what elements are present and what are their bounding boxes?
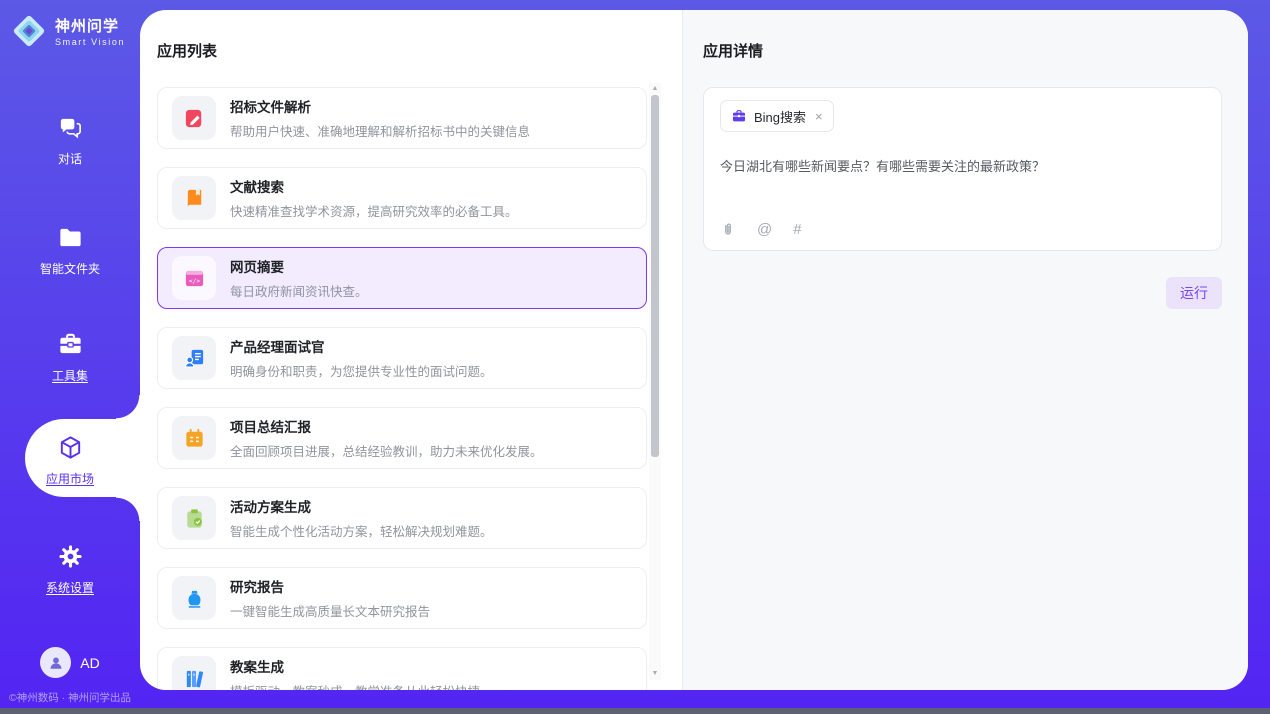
app-card[interactable]: </> 网页摘要每日政府新闻资讯快查。 xyxy=(157,247,647,309)
run-row: 运行 xyxy=(703,277,1222,309)
app-card-desc: 智能生成个性化活动方案，轻松解决规划难题。 xyxy=(230,521,493,540)
attachment-toolbar: @ # xyxy=(720,221,802,238)
brand-logo-icon xyxy=(10,12,48,50)
cube-icon xyxy=(57,448,84,465)
sidebar-item-system-settings[interactable]: 系统设置 xyxy=(0,543,140,596)
chat-icon xyxy=(57,128,84,145)
run-button[interactable]: 运行 xyxy=(1166,277,1222,309)
user-initials: AD xyxy=(80,655,99,671)
sidebar-item-label: 对话 xyxy=(0,150,140,167)
app-card[interactable]: 教案生成模板驱动，教案秒成，教学准备从此轻松快捷 xyxy=(157,647,647,690)
person-doc-icon xyxy=(172,336,216,380)
bubble-curve-bottom-icon xyxy=(116,497,140,521)
app-card-title: 教案生成 xyxy=(230,656,480,676)
toolbox-icon xyxy=(57,345,84,362)
app-card-desc: 每日政府新闻资讯快查。 xyxy=(230,281,368,300)
scroll-down-icon[interactable]: ▼ xyxy=(649,669,661,679)
book-icon xyxy=(172,176,216,220)
sidebar-item-toolset[interactable]: 工具集 xyxy=(0,331,140,384)
prompt-card: Bing搜索 × 今日湖北有哪些新闻要点？有哪些需要关注的最新政策？ @ # xyxy=(703,87,1222,251)
sidebar-item-label: 工具集 xyxy=(0,367,140,384)
app-card-text: 研究报告一键智能生成高质量长文本研究报告 xyxy=(230,576,430,620)
app-card-text: 教案生成模板驱动，教案秒成，教学准备从此轻松快捷 xyxy=(230,656,480,690)
tool-tag-label: Bing搜索 xyxy=(754,107,806,126)
brand-subtitle: Smart Vision xyxy=(55,37,125,47)
user-profile[interactable]: AD xyxy=(0,647,140,678)
app-card-text: 产品经理面试官明确身份和职责，为您提供专业性的面试问题。 xyxy=(230,336,493,380)
brand-name: 神州问学 xyxy=(55,15,125,36)
sidebar-item-app-market[interactable]: 应用市场 xyxy=(0,434,140,487)
app-card-desc: 全面回顾项目进展，总结经验教训，助力未来优化发展。 xyxy=(230,441,543,460)
app-card[interactable]: 项目总结汇报全面回顾项目进展，总结经验教训，助力未来优化发展。 xyxy=(157,407,647,469)
hash-icon[interactable]: # xyxy=(793,221,801,238)
app-card-text: 文献搜索快速精准查找学术资源，提高研究效率的必备工具。 xyxy=(230,176,518,220)
app-card-title: 活动方案生成 xyxy=(230,496,493,516)
app-card-desc: 一键智能生成高质量长文本研究报告 xyxy=(230,601,430,620)
folder-icon xyxy=(57,238,84,255)
sidebar-item-label: 智能文件夹 xyxy=(0,260,140,277)
paperclip-icon[interactable] xyxy=(720,222,736,238)
scroll-up-icon[interactable]: ▲ xyxy=(649,84,661,94)
sidebar: 神州问学 Smart Vision 对话智能文件夹工具集应用市场系统设置 AD … xyxy=(0,0,140,714)
copyright: ©神州数码 · 神州问学出品 xyxy=(0,690,140,705)
close-icon[interactable]: × xyxy=(815,109,823,124)
app-card-text: 项目总结汇报全面回顾项目进展，总结经验教训，助力未来优化发展。 xyxy=(230,416,543,460)
app-card-desc: 明确身份和职责，为您提供专业性的面试问题。 xyxy=(230,361,493,380)
doc-edit-icon xyxy=(172,96,216,140)
at-icon[interactable]: @ xyxy=(757,221,772,238)
svg-text:</>: </> xyxy=(188,277,199,284)
app-card[interactable]: 研究报告一键智能生成高质量长文本研究报告 xyxy=(157,567,647,629)
calendar-icon xyxy=(172,416,216,460)
briefcase-icon xyxy=(731,108,747,124)
app-card[interactable]: 文献搜索快速精准查找学术资源，提高研究效率的必备工具。 xyxy=(157,167,647,229)
books-icon xyxy=(172,656,216,690)
app-card-title: 产品经理面试官 xyxy=(230,336,493,356)
app-card-title: 文献搜索 xyxy=(230,176,518,196)
app-list-panel: 应用列表 招标文件解析帮助用户快速、准确地理解和解析招标书中的关键信息文献搜索快… xyxy=(140,10,682,690)
bubble-curve-top-icon xyxy=(116,395,140,419)
scrollbar[interactable]: ▲ ▼ xyxy=(649,83,661,680)
app-card-title: 项目总结汇报 xyxy=(230,416,543,436)
app-card[interactable]: 招标文件解析帮助用户快速、准确地理解和解析招标书中的关键信息 xyxy=(157,87,647,149)
scrollbar-thumb[interactable] xyxy=(651,95,659,457)
app-card-text: 活动方案生成智能生成个性化活动方案，轻松解决规划难题。 xyxy=(230,496,493,540)
app-card[interactable]: 活动方案生成智能生成个性化活动方案，轻松解决规划难题。 xyxy=(157,487,647,549)
main-content: 应用列表 招标文件解析帮助用户快速、准确地理解和解析招标书中的关键信息文献搜索快… xyxy=(140,10,1248,690)
browser-code-icon: </> xyxy=(172,256,216,300)
ink-icon xyxy=(172,576,216,620)
app-window: 神州问学 Smart Vision 对话智能文件夹工具集应用市场系统设置 AD … xyxy=(0,0,1270,714)
app-card[interactable]: 产品经理面试官明确身份和职责，为您提供专业性的面试问题。 xyxy=(157,327,647,389)
app-detail-title: 应用详情 xyxy=(703,40,1222,61)
sidebar-item-label: 应用市场 xyxy=(0,470,140,487)
query-text[interactable]: 今日湖北有哪些新闻要点？有哪些需要关注的最新政策？ xyxy=(720,156,1205,175)
app-card-desc: 模板驱动，教案秒成，教学准备从此轻松快捷 xyxy=(230,681,480,690)
avatar xyxy=(40,647,71,678)
clipboard-check-icon xyxy=(172,496,216,540)
sidebar-item-smart-folder[interactable]: 智能文件夹 xyxy=(0,224,140,277)
app-card-desc: 帮助用户快速、准确地理解和解析招标书中的关键信息 xyxy=(230,121,530,140)
app-card-title: 招标文件解析 xyxy=(230,96,530,116)
gear-icon xyxy=(57,557,84,574)
sidebar-item-label: 系统设置 xyxy=(0,579,140,596)
app-list-title: 应用列表 xyxy=(157,40,682,61)
brand-text: 神州问学 Smart Vision xyxy=(55,15,125,47)
brand-logo: 神州问学 Smart Vision xyxy=(10,12,125,50)
app-card-text: 网页摘要每日政府新闻资讯快查。 xyxy=(230,256,368,300)
app-card-title: 网页摘要 xyxy=(230,256,368,276)
app-card-text: 招标文件解析帮助用户快速、准确地理解和解析招标书中的关键信息 xyxy=(230,96,530,140)
sidebar-item-chat[interactable]: 对话 xyxy=(0,114,140,167)
app-card-title: 研究报告 xyxy=(230,576,430,596)
app-card-desc: 快速精准查找学术资源，提高研究效率的必备工具。 xyxy=(230,201,518,220)
bottom-bar xyxy=(0,708,1270,714)
tool-tag[interactable]: Bing搜索 × xyxy=(720,100,834,132)
app-detail-panel: 应用详情 Bing搜索 × 今日湖北有哪些新闻要点？有哪些需要关注的最新政策？ … xyxy=(682,10,1248,690)
app-card-list: 招标文件解析帮助用户快速、准确地理解和解析招标书中的关键信息文献搜索快速精准查找… xyxy=(157,87,647,690)
